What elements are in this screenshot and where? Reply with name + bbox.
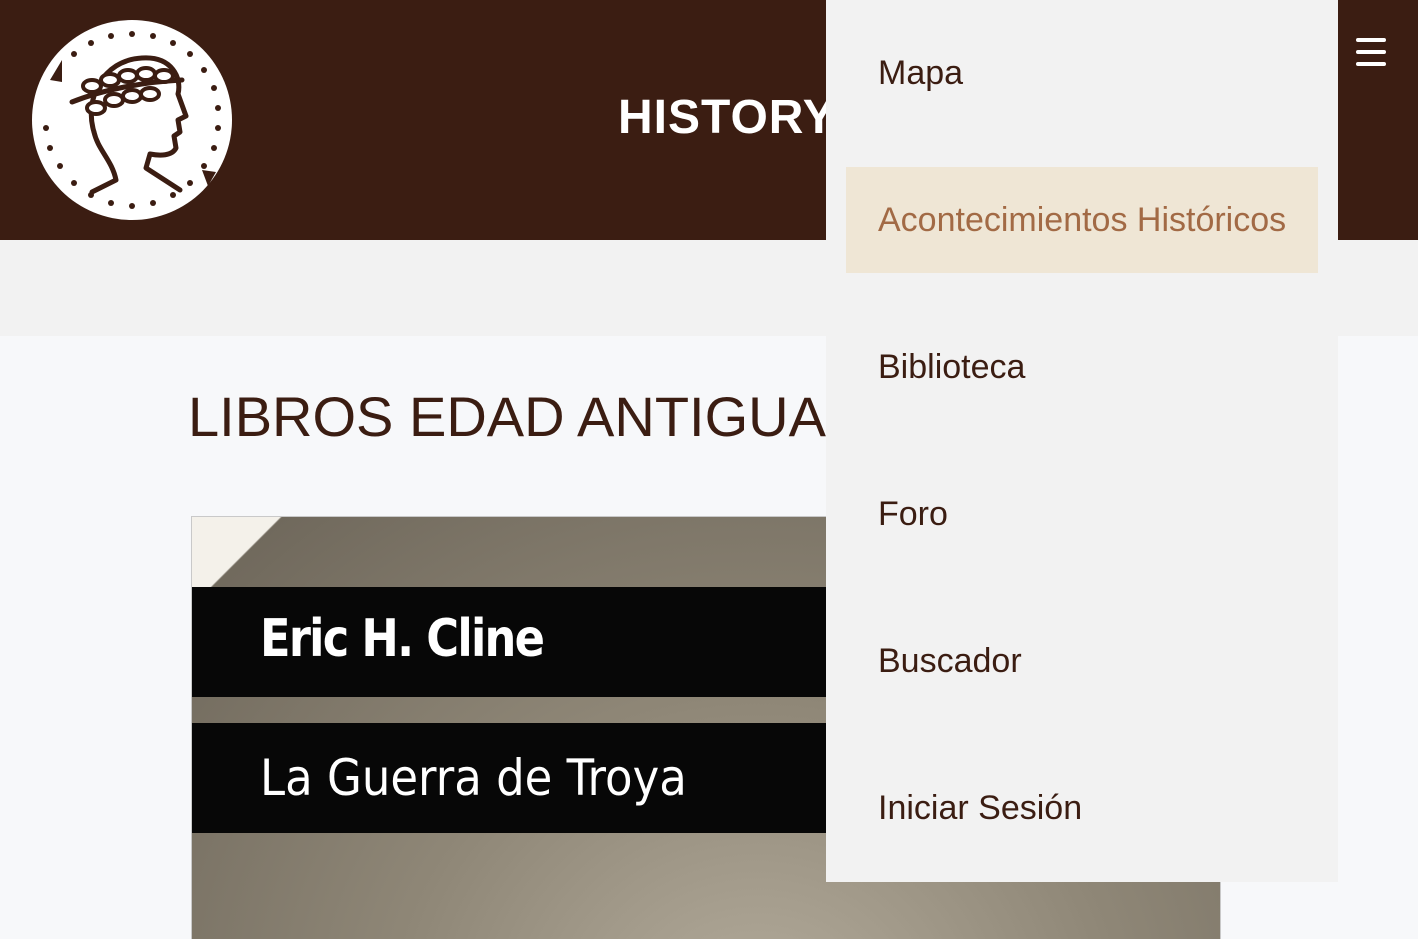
menu-item-buscador[interactable]: Buscador	[846, 608, 1318, 714]
nav-dropdown-menu: Mapa Acontecimientos Históricos Bibliote…	[826, 0, 1338, 882]
hamburger-menu-icon[interactable]	[1350, 30, 1394, 74]
section-title: LIBROS EDAD ANTIGUA	[188, 385, 826, 448]
book-title: La Guerra de Troya	[260, 749, 687, 807]
site-title[interactable]: HISTORY	[618, 90, 836, 145]
menu-item-acontecimientos-historicos[interactable]: Acontecimientos Históricos	[846, 167, 1318, 273]
menu-item-foro[interactable]: Foro	[846, 461, 1318, 567]
cover-shadow	[192, 517, 332, 597]
roman-emperor-coin-icon[interactable]	[32, 20, 232, 220]
menu-item-biblioteca[interactable]: Biblioteca	[846, 314, 1318, 420]
menu-item-iniciar-sesion[interactable]: Iniciar Sesión	[846, 755, 1318, 861]
menu-item-mapa[interactable]: Mapa	[846, 20, 1318, 126]
book-author: Eric H. Cline	[260, 609, 545, 669]
